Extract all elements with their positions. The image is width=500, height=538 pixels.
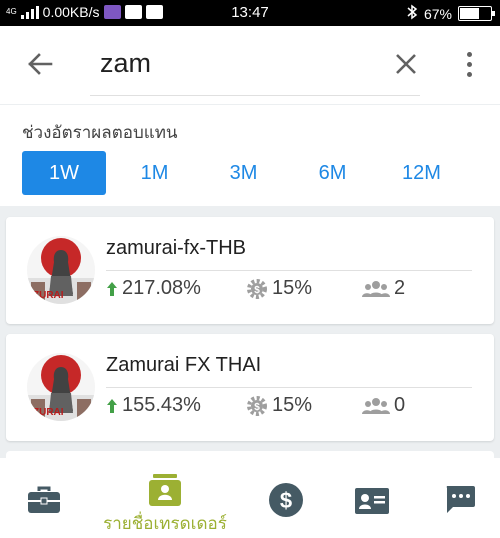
arrow-up-icon bbox=[107, 281, 117, 296]
return-stat: 155.43% bbox=[106, 394, 201, 417]
gear-dollar-icon: $ bbox=[247, 278, 267, 299]
fee-value: 15% bbox=[272, 277, 313, 299]
trader-card[interactable]: ZURAI zamurai-fx-THB 217.08% $ 15% 2 bbox=[6, 217, 494, 324]
search-header bbox=[0, 26, 500, 104]
trader-card[interactable]: ZURAI Zamurai FX THAI 155.43% $ 15% 0 bbox=[6, 334, 494, 441]
gear-dollar-icon: $ bbox=[247, 395, 267, 416]
nav-profile[interactable] bbox=[355, 458, 389, 538]
search-input[interactable] bbox=[90, 42, 420, 84]
id-card-icon bbox=[355, 488, 389, 514]
clear-search-button[interactable] bbox=[388, 46, 424, 82]
period-6m[interactable]: 6M bbox=[288, 151, 377, 195]
card-divider bbox=[106, 270, 472, 271]
trader-avatar: ZURAI bbox=[27, 236, 95, 304]
fee-stat: $ 15% bbox=[246, 394, 312, 417]
svg-text:$: $ bbox=[254, 285, 260, 296]
followers-value: 0 bbox=[394, 394, 406, 416]
arrow-left-icon bbox=[28, 53, 53, 75]
return-value: 155.43% bbox=[122, 394, 201, 416]
nav-trader-list-label: รายชื่อเทรดเดอร์ bbox=[103, 514, 227, 533]
trader-name: Zamurai FX THAI bbox=[106, 354, 262, 376]
followers-value: 2 bbox=[394, 277, 406, 299]
nav-messages[interactable] bbox=[445, 458, 475, 538]
status-bar: 4G 0.00KB/s 13:47 67% bbox=[0, 0, 500, 26]
return-value: 217.08% bbox=[122, 277, 201, 299]
arrow-up-icon bbox=[107, 398, 117, 413]
nav-finance[interactable]: $ bbox=[268, 458, 304, 538]
period-tabs: 1W 1M 3M 6M 12M bbox=[22, 151, 466, 195]
period-3m[interactable]: 3M bbox=[199, 151, 288, 195]
chat-icon bbox=[446, 486, 475, 513]
followers-stat: 0 bbox=[362, 394, 405, 417]
trader-name: zamurai-fx-THB bbox=[106, 237, 247, 259]
close-icon bbox=[396, 54, 416, 74]
svg-text:ZURAI: ZURAI bbox=[33, 290, 64, 301]
fee-stat: $ 15% bbox=[246, 277, 312, 300]
period-12m[interactable]: 12M bbox=[377, 151, 466, 195]
filter-label: ช่วงอัตราผลตอบแทน bbox=[22, 123, 178, 142]
period-1m[interactable]: 1M bbox=[110, 151, 199, 195]
svg-text:$: $ bbox=[254, 402, 260, 413]
svg-text:ZURAI: ZURAI bbox=[33, 407, 64, 418]
more-options-button[interactable] bbox=[455, 44, 483, 84]
period-1w[interactable]: 1W bbox=[22, 151, 106, 195]
trader-avatar: ZURAI bbox=[27, 353, 95, 421]
bottom-navigation: รายชื่อเทรดเดอร์ $ bbox=[0, 458, 500, 538]
bluetooth-icon bbox=[406, 4, 418, 23]
trader-list-icon bbox=[149, 474, 181, 506]
more-vert-icon bbox=[466, 51, 472, 57]
battery-icon bbox=[458, 6, 495, 21]
return-stat: 217.08% bbox=[106, 277, 201, 300]
fee-value: 15% bbox=[272, 394, 313, 416]
followers-stat: 2 bbox=[362, 277, 405, 300]
group-icon bbox=[362, 280, 390, 297]
back-button[interactable] bbox=[20, 44, 60, 84]
nav-portfolio[interactable] bbox=[24, 458, 64, 538]
card-divider bbox=[106, 387, 472, 388]
nav-trader-list[interactable]: รายชื่อเทรดเดอร์ bbox=[90, 458, 240, 538]
briefcase-icon bbox=[28, 486, 60, 513]
group-icon bbox=[362, 397, 390, 414]
dollar-circle-icon: $ bbox=[269, 483, 303, 517]
battery-text: 67% bbox=[423, 5, 452, 22]
return-period-filter: ช่วงอัตราผลตอบแทน 1W 1M 3M 6M 12M bbox=[0, 105, 500, 206]
svg-text:$: $ bbox=[280, 488, 292, 513]
search-underline bbox=[90, 95, 420, 96]
